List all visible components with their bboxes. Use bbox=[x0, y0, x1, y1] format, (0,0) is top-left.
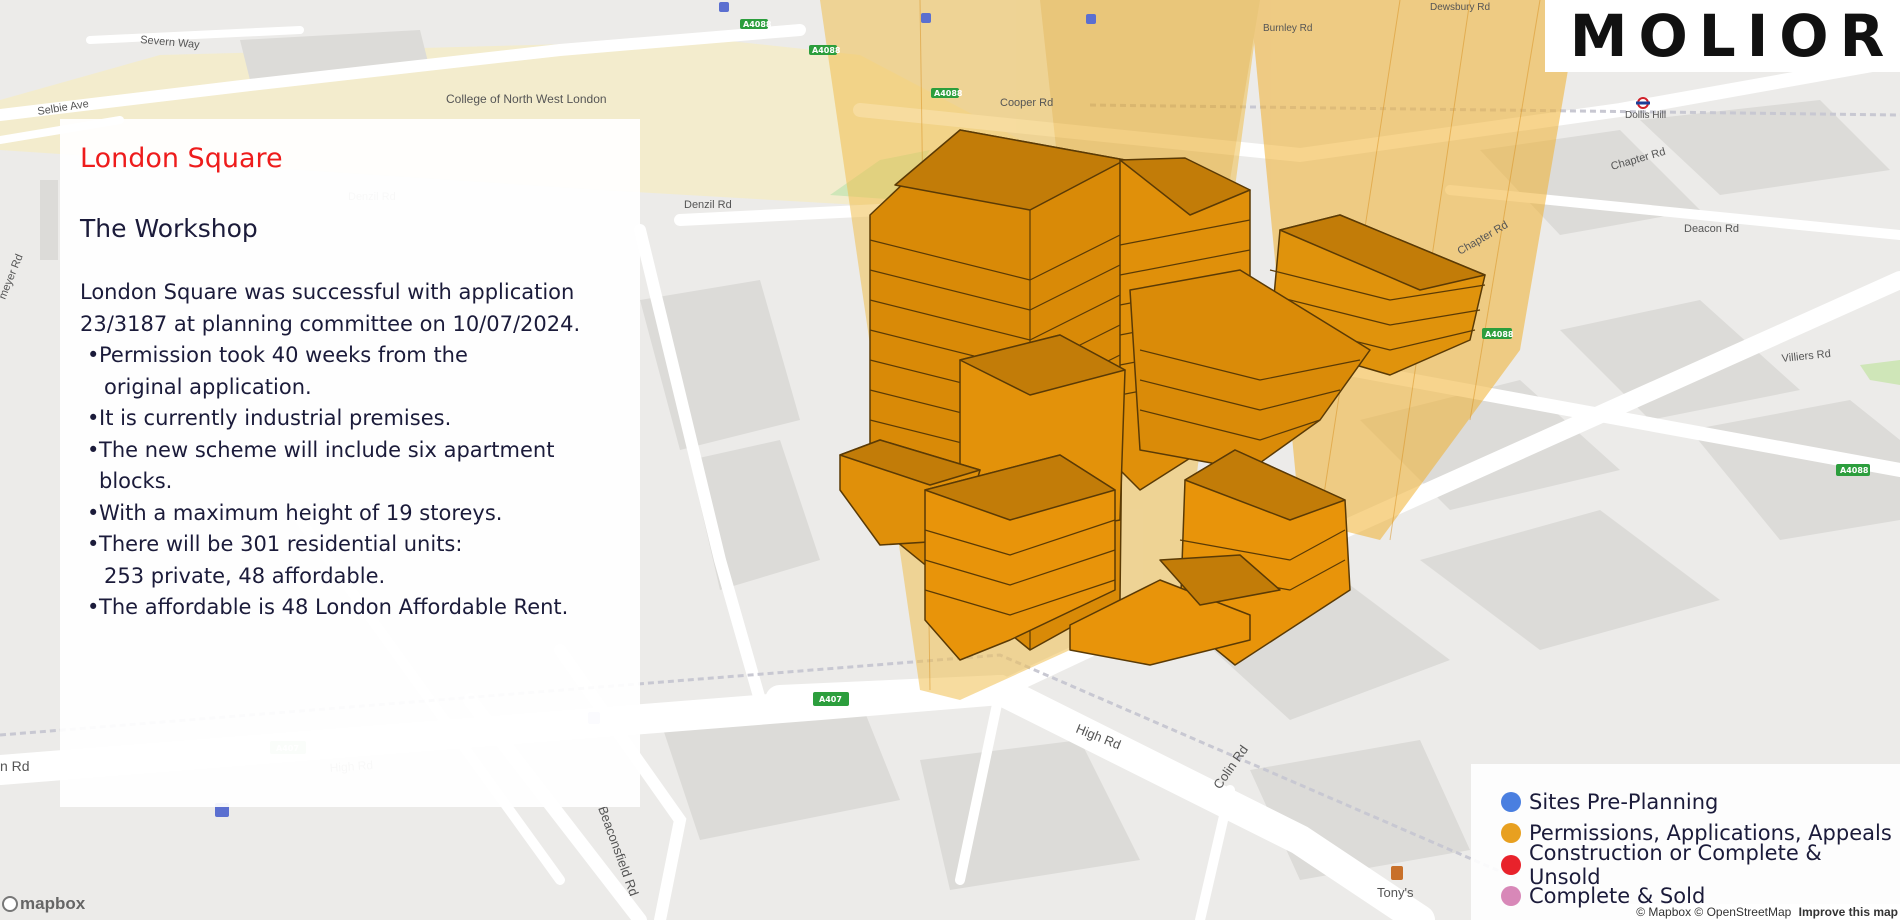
legend-label: Construction or Complete & Unsold bbox=[1529, 840, 1822, 889]
intro-line: 23/3187 at planning committee on 10/07/2… bbox=[80, 311, 581, 336]
svg-text:A4088: A4088 bbox=[934, 89, 963, 98]
svg-text:A407: A407 bbox=[819, 695, 842, 704]
mapbox-logo[interactable]: mapbox bbox=[2, 894, 85, 914]
detail-text: There will be 301 residential units: bbox=[99, 532, 463, 556]
info-panel: London Square The Workshop London Square… bbox=[60, 119, 640, 807]
svg-text:A4088: A4088 bbox=[812, 46, 841, 55]
poi-label-tonys: Tony's bbox=[1377, 885, 1414, 900]
road-shield-a4088: A4088 bbox=[1836, 464, 1870, 476]
mapbox-logo-text: mapbox bbox=[20, 894, 86, 913]
legend-item-pre-planning: Sites Pre-Planning bbox=[1501, 786, 1900, 818]
detail-text: It is currently industrial premises. bbox=[99, 406, 452, 430]
detail-continuation: 253 private, 48 affordable. bbox=[104, 563, 386, 588]
road-shield-a4088: A4088 bbox=[1482, 328, 1514, 339]
road-label-denzil-rd: Denzil Rd bbox=[684, 199, 732, 211]
svg-text:A4088: A4088 bbox=[743, 20, 772, 29]
site-description: London Square was successful with applic… bbox=[80, 277, 620, 624]
intro-line: London Square was successful with applic… bbox=[80, 280, 575, 304]
legend-swatch bbox=[1501, 854, 1521, 875]
poi-label-dollis-hill: Dollis Hill bbox=[1625, 110, 1666, 121]
detail-item: It is currently industrial premises. bbox=[87, 403, 620, 435]
road-label-burnley-rd: Burnley Rd bbox=[1263, 23, 1312, 34]
poi-label-college: College of North West London bbox=[446, 92, 607, 106]
road-label-n-rd: n Rd bbox=[0, 758, 30, 774]
map-legend: Sites Pre-Planning Permissions, Applicat… bbox=[1471, 764, 1900, 920]
road-shield-a4088: A4088 bbox=[809, 45, 841, 55]
cafe-icon bbox=[1391, 866, 1403, 880]
road-shield-a4088: A4088 bbox=[740, 19, 772, 29]
road-shield-a4088: A4088 bbox=[931, 88, 963, 98]
svg-text:A4088: A4088 bbox=[1840, 466, 1869, 475]
road-label-deacon-rd: Deacon Rd bbox=[1684, 223, 1739, 235]
legend-swatch bbox=[1501, 823, 1521, 844]
detail-item: The affordable is 48 London Affordable R… bbox=[87, 592, 620, 624]
developer-title: London Square bbox=[80, 143, 283, 174]
site-name: The Workshop bbox=[80, 214, 258, 243]
legend-label: Sites Pre-Planning bbox=[1529, 789, 1719, 814]
legend-swatch bbox=[1501, 886, 1521, 907]
road-label-dewsbury-rd: Dewsbury Rd bbox=[1430, 2, 1490, 13]
legend-item-construction: Construction or Complete & Unsold bbox=[1501, 841, 1900, 889]
detail-text: Permission took 40 weeks from the bbox=[99, 343, 468, 367]
legend-swatch bbox=[1501, 791, 1521, 812]
brand-logo: MOLIOR bbox=[1545, 0, 1900, 72]
improve-map-link[interactable]: Improve this map bbox=[1799, 905, 1898, 919]
detail-item: Permission took 40 weeks from the origina… bbox=[87, 340, 620, 403]
detail-text: The new scheme will include six apartmen… bbox=[99, 437, 555, 494]
detail-text: With a maximum height of 19 storeys. bbox=[99, 500, 503, 525]
map-attribution: © Mapbox © OpenStreetMap Improve this ma… bbox=[1630, 904, 1900, 920]
road-shield-a407: A407 bbox=[813, 692, 849, 706]
detail-list: Permission took 40 weeks from the origina… bbox=[80, 340, 620, 624]
svg-text:A4088: A4088 bbox=[1485, 330, 1514, 339]
attribution-text[interactable]: © Mapbox © OpenStreetMap bbox=[1636, 905, 1791, 919]
detail-item: With a maximum height of 19 storeys. bbox=[87, 498, 620, 530]
mapbox-logo-icon bbox=[2, 896, 18, 912]
detail-item: The new scheme will include six apartmen… bbox=[87, 435, 620, 498]
brand-logo-text: MOLIOR bbox=[1569, 2, 1896, 70]
detail-item: There will be 301 residential units: 253 … bbox=[87, 529, 620, 592]
road-label-cooper-rd: Cooper Rd bbox=[1000, 97, 1053, 109]
detail-continuation: original application. bbox=[104, 374, 312, 399]
detail-text: The affordable is 48 London Affordable R… bbox=[99, 595, 569, 619]
